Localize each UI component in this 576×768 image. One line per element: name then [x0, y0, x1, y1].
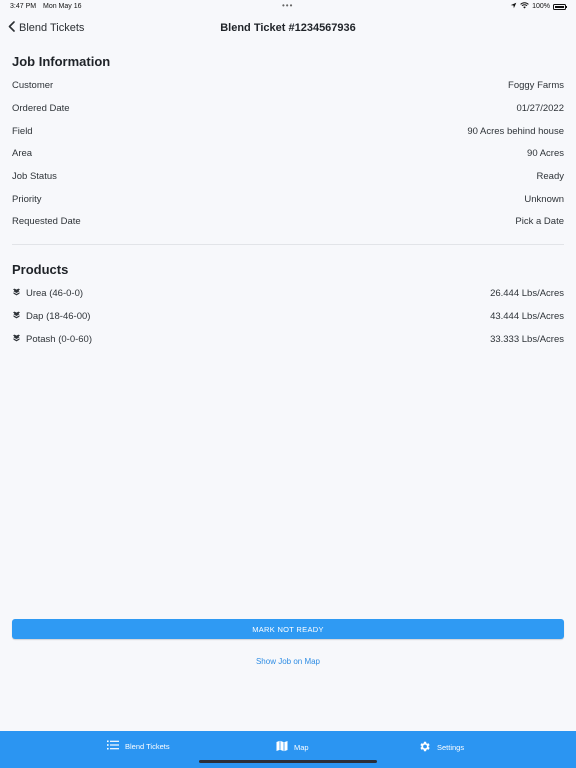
- info-label: Field: [12, 125, 33, 137]
- product-rate: 26.444 Lbs/Acres: [490, 287, 564, 299]
- list-icon: [107, 740, 119, 752]
- info-label: Requested Date: [12, 215, 81, 227]
- info-label: Job Status: [12, 170, 57, 182]
- section-divider: [12, 244, 564, 245]
- back-button[interactable]: Blend Tickets: [8, 21, 84, 35]
- info-value: Ready: [536, 170, 564, 182]
- requested-date-picker[interactable]: Pick a Date: [515, 216, 564, 227]
- product-name-wrap: Urea (46-0-0): [12, 288, 83, 299]
- navigation-bar: Blend Ticket #1234567936 Blend Tickets: [0, 14, 576, 42]
- info-row-priority[interactable]: Priority Unknown: [12, 191, 564, 207]
- home-indicator[interactable]: [199, 760, 377, 763]
- map-icon: [276, 740, 288, 754]
- tab-map[interactable]: Map: [276, 740, 309, 754]
- products-heading: Products: [12, 262, 69, 277]
- info-value: 01/27/2022: [516, 102, 564, 114]
- product-row[interactable]: Urea (46-0-0) 26.444 Lbs/Acres: [12, 285, 564, 301]
- product-rate: 33.333 Lbs/Acres: [490, 333, 564, 345]
- wifi-icon: [520, 2, 529, 11]
- status-bar: 3:47 PM Mon May 16 ••• 100%: [0, 0, 576, 14]
- info-row-customer: Customer Foggy Farms: [12, 77, 564, 93]
- page-title: Blend Ticket #1234567936: [220, 22, 356, 34]
- status-indicators: 100%: [510, 2, 567, 11]
- battery-icon: [553, 3, 567, 10]
- info-label: Priority: [12, 193, 42, 205]
- info-row-requested-date[interactable]: Requested Date Pick a Date: [12, 213, 564, 229]
- back-button-label: Blend Tickets: [19, 22, 85, 34]
- mark-not-ready-button[interactable]: MARK NOT READY: [12, 619, 564, 639]
- info-value: 90 Acres: [527, 147, 564, 159]
- tab-label: Blend Tickets: [125, 741, 170, 751]
- product-name: Potash (0-0-60): [26, 333, 93, 345]
- info-row-field: Field 90 Acres behind house: [12, 123, 564, 139]
- info-row-area: Area 90 Acres: [12, 145, 564, 161]
- info-label: Ordered Date: [12, 102, 70, 114]
- product-rate: 43.444 Lbs/Acres: [490, 310, 564, 322]
- info-label: Area: [12, 147, 33, 159]
- product-name: Urea (46-0-0): [26, 287, 84, 299]
- status-date: Mon May 16: [43, 3, 82, 10]
- product-row[interactable]: Dap (18-46-00) 43.444 Lbs/Acres: [12, 308, 564, 324]
- status-time: 3:47 PM: [10, 3, 37, 10]
- info-value: Foggy Farms: [508, 79, 564, 91]
- multitasking-dots-icon[interactable]: •••: [282, 1, 293, 10]
- show-job-on-map-link[interactable]: Show Job on Map: [0, 657, 576, 666]
- gear-icon: [418, 740, 431, 755]
- job-information-heading: Job Information: [12, 54, 111, 69]
- chevron-left-icon: [8, 21, 15, 35]
- product-row[interactable]: Potash (0-0-60) 33.333 Lbs/Acres: [12, 331, 564, 347]
- info-row-job-status: Job Status Ready: [12, 168, 564, 184]
- priority-value[interactable]: Unknown: [524, 194, 564, 205]
- product-name-wrap: Dap (18-46-00): [12, 311, 90, 322]
- tab-blend-tickets[interactable]: Blend Tickets: [107, 740, 170, 752]
- info-value: 90 Acres behind house: [467, 125, 564, 137]
- product-bag-icon: [12, 288, 21, 299]
- info-row-ordered-date: Ordered Date 01/27/2022: [12, 100, 564, 116]
- product-name-wrap: Potash (0-0-60): [12, 334, 92, 345]
- battery-percent: 100%: [532, 3, 550, 10]
- product-name: Dap (18-46-00): [26, 310, 91, 322]
- product-bag-icon: [12, 334, 21, 345]
- tab-label: Map: [294, 742, 309, 752]
- tab-settings[interactable]: Settings: [418, 740, 464, 755]
- tab-label: Settings: [437, 743, 465, 752]
- location-arrow-icon: [510, 2, 517, 11]
- info-label: Customer: [12, 79, 54, 91]
- product-bag-icon: [12, 311, 21, 322]
